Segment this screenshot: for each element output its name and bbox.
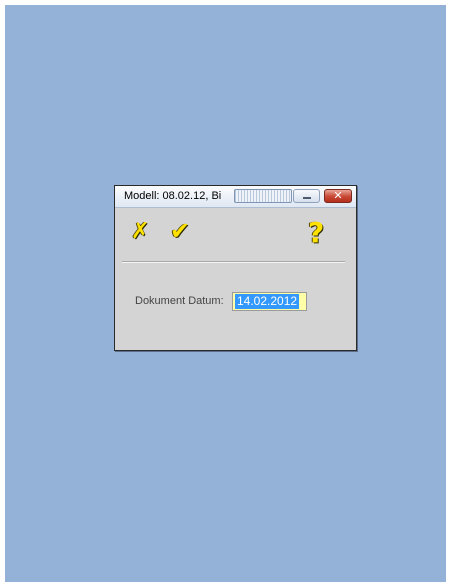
document-date-label: Dokument Datum: bbox=[135, 295, 224, 307]
ok-checkmark-icon[interactable]: ✔ bbox=[170, 217, 190, 245]
toolbar-separator bbox=[122, 261, 345, 263]
cancel-icon[interactable]: ✗ bbox=[131, 219, 149, 244]
document-date-field[interactable]: 14.02.2012 bbox=[232, 292, 307, 311]
close-button[interactable]: ✕ bbox=[324, 189, 352, 203]
help-question-icon[interactable]: ? bbox=[308, 216, 324, 249]
document-date-value: 14.02.2012 bbox=[235, 294, 300, 309]
desktop-background: Modell: 08.02.12, Bi ✕ ✗ ✔ ? Dokument Da… bbox=[5, 5, 446, 582]
close-icon: ✕ bbox=[333, 189, 343, 202]
window-title: Modell: 08.02.12, Bi bbox=[124, 190, 222, 202]
dialog-window: Modell: 08.02.12, Bi ✕ ✗ ✔ ? Dokument Da… bbox=[114, 185, 357, 351]
title-bar[interactable]: Modell: 08.02.12, Bi ✕ bbox=[115, 186, 356, 208]
title-grip[interactable] bbox=[234, 189, 292, 203]
minimize-button[interactable] bbox=[293, 189, 320, 203]
